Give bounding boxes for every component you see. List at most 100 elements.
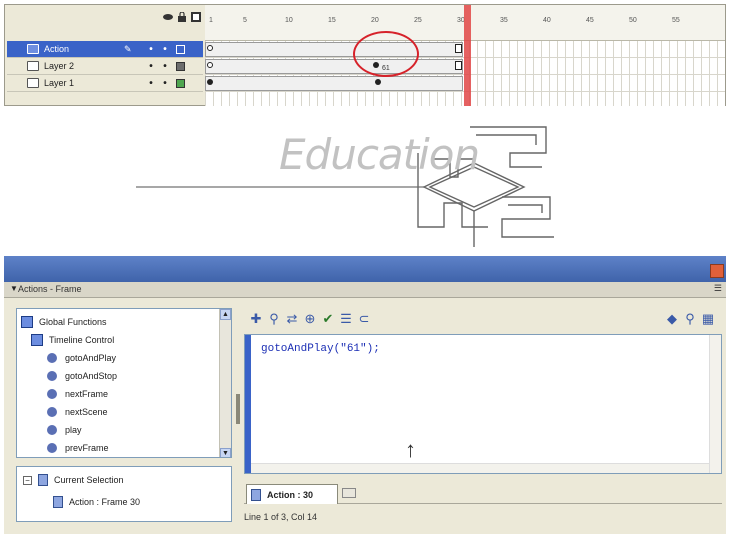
scroll-up-icon[interactable]: ▲ — [220, 309, 231, 320]
view-options-icon[interactable]: ▦ — [700, 311, 716, 327]
visibility-dot[interactable]: • — [144, 44, 158, 55]
panel-topbar — [4, 256, 726, 282]
empty-keyframe[interactable] — [207, 45, 213, 51]
tab-action-30[interactable]: Action : 30 — [246, 484, 338, 504]
collapse-arrow-icon[interactable]: ▼ — [10, 284, 18, 293]
layer-row-layer-2[interactable]: Layer 2 • • — [7, 58, 203, 75]
annotation-circle — [353, 31, 419, 77]
target-path-icon[interactable]: ⊕ — [302, 311, 318, 327]
toolbox-scrollbar[interactable]: ▲ ▼ — [219, 309, 231, 457]
panel-title: Actions - Frame — [18, 284, 82, 294]
script-toolbar: ✚ ⚲ ⇄ ⊕ ✔ ☰ ⊂ ◆ ⚲ ▦ — [244, 310, 722, 330]
panel-menu-icon[interactable]: ☰ — [714, 283, 722, 294]
editor-hscrollbar[interactable] — [251, 463, 709, 473]
ruler-tick: 25 — [414, 17, 422, 24]
stage[interactable]: Education — [4, 107, 726, 255]
debug-options-icon[interactable]: ◆ — [664, 311, 680, 327]
layer-row-layer-1[interactable]: Layer 1 • • — [7, 75, 203, 92]
pencil-icon: ✎ — [124, 43, 132, 54]
lock-dot[interactable]: • — [158, 44, 172, 55]
check-syntax-icon[interactable]: ✔ — [320, 311, 336, 327]
end-frame[interactable] — [455, 61, 462, 70]
layer-row-action[interactable]: Action ✎ • • — [7, 41, 203, 58]
pin-script-icon[interactable] — [342, 488, 356, 498]
end-frame[interactable] — [455, 44, 462, 53]
close-icon[interactable] — [710, 264, 724, 278]
outline-color-box[interactable] — [176, 61, 185, 71]
find-icon[interactable]: ⚲ — [266, 311, 282, 327]
ruler-tick: 35 — [500, 17, 508, 24]
panel-splitter[interactable] — [236, 308, 240, 508]
replace-icon[interactable]: ⇄ — [284, 311, 300, 327]
outline-color-box[interactable] — [176, 44, 185, 54]
toolbox-item-timeline-control[interactable]: Timeline Control — [31, 331, 114, 349]
actions-panel-header[interactable]: ▼ Actions - Frame ☰ — [4, 282, 726, 298]
nav-item-current-selection[interactable]: − Current Selection — [23, 471, 124, 489]
toolbox-item-nextframe[interactable]: nextFrame — [47, 385, 108, 403]
toolbox-item-play[interactable]: play — [47, 421, 82, 439]
ruler-tick: 20 — [371, 17, 379, 24]
script-navigator: − Current Selection Action : Frame 30 — [16, 466, 232, 522]
keyframe[interactable] — [207, 79, 213, 85]
ruler-tick: 40 — [543, 17, 551, 24]
ruler-tick: 10 — [285, 17, 293, 24]
toolbox-item-gotoandplay[interactable]: gotoAndPlay — [47, 349, 116, 367]
collapse-icon[interactable]: − — [23, 475, 32, 485]
layer-list: Action ✎ • • Layer 2 • • Layer 1 • • — [5, 41, 205, 107]
script-tabs: Action : 30 — [244, 482, 722, 504]
layer-icon — [27, 44, 39, 54]
tab-label: Action : 30 — [267, 489, 314, 500]
reference-icon[interactable]: ⚲ — [682, 311, 698, 327]
ruler-tick: 15 — [328, 17, 336, 24]
toolbox-item-global-functions[interactable]: Global Functions — [21, 313, 107, 331]
scroll-down-icon[interactable]: ▼ — [220, 448, 231, 457]
empty-keyframe[interactable] — [207, 62, 213, 68]
outline-color-box[interactable] — [176, 78, 185, 88]
arrow-icon: ↑ — [405, 437, 416, 462]
actions-panel: Global Functions Timeline Control gotoAn… — [4, 298, 726, 534]
layer-icon — [27, 78, 39, 88]
layer-name: Layer 2 — [44, 61, 75, 71]
visibility-dot[interactable]: • — [144, 61, 158, 72]
eye-icon[interactable] — [163, 12, 173, 22]
code-line[interactable]: gotoAndPlay("61"); — [261, 343, 380, 355]
playhead[interactable] — [464, 5, 471, 106]
toolbox-item-label: gotoAndPlay — [65, 353, 117, 363]
lock-dot[interactable]: • — [158, 61, 172, 72]
toolbox-item-gotoandstop[interactable]: gotoAndStop — [47, 367, 117, 385]
function-icon — [47, 371, 57, 381]
layer-icon — [27, 61, 39, 71]
selection-icon — [38, 474, 48, 486]
script-doc-icon — [251, 488, 261, 501]
timeline-panel: Action ✎ • • Layer 2 • • Layer 1 • • 1 5… — [4, 4, 726, 106]
visibility-dot[interactable]: • — [144, 78, 158, 89]
toolbox-item-prevframe[interactable]: prevFrame — [47, 439, 109, 457]
auto-format-icon[interactable]: ☰ — [338, 311, 354, 327]
layer-name: Action — [44, 44, 70, 54]
toolbox-item-label: gotoAndStop — [65, 371, 118, 381]
keyframe[interactable] — [375, 79, 381, 85]
toolbox-item-label: nextFrame — [65, 389, 109, 399]
outline-icon[interactable] — [191, 12, 201, 22]
ruler-tick: 55 — [672, 17, 680, 24]
function-icon — [47, 443, 57, 453]
toolbox-item-label: Timeline Control — [49, 335, 115, 345]
script-editor[interactable]: gotoAndPlay("61"); ↑ — [244, 334, 722, 474]
layer-name: Layer 1 — [44, 78, 75, 88]
code-gutter — [245, 335, 251, 473]
add-item-icon[interactable]: ✚ — [248, 311, 264, 327]
toolbox-item-label: prevFrame — [65, 443, 109, 453]
toolbox-item-label: Global Functions — [39, 317, 107, 327]
lock-dot[interactable]: • — [158, 78, 172, 89]
toolbox-item-nextscene[interactable]: nextScene — [47, 403, 108, 421]
frames-area[interactable]: 1 5 10 15 20 25 30 35 40 45 50 55 61 — [205, 5, 725, 106]
function-icon — [47, 407, 57, 417]
code-hint-icon[interactable]: ⊂ — [356, 311, 372, 327]
toolbox-item-label: play — [65, 425, 82, 435]
ruler-tick: 45 — [586, 17, 594, 24]
editor-vscrollbar[interactable] — [709, 335, 721, 473]
lock-icon[interactable] — [177, 12, 187, 22]
nav-item-label: Current Selection — [54, 475, 124, 485]
actions-toolbox: Global Functions Timeline Control gotoAn… — [16, 308, 232, 458]
nav-item-action-frame[interactable]: Action : Frame 30 — [53, 493, 140, 511]
